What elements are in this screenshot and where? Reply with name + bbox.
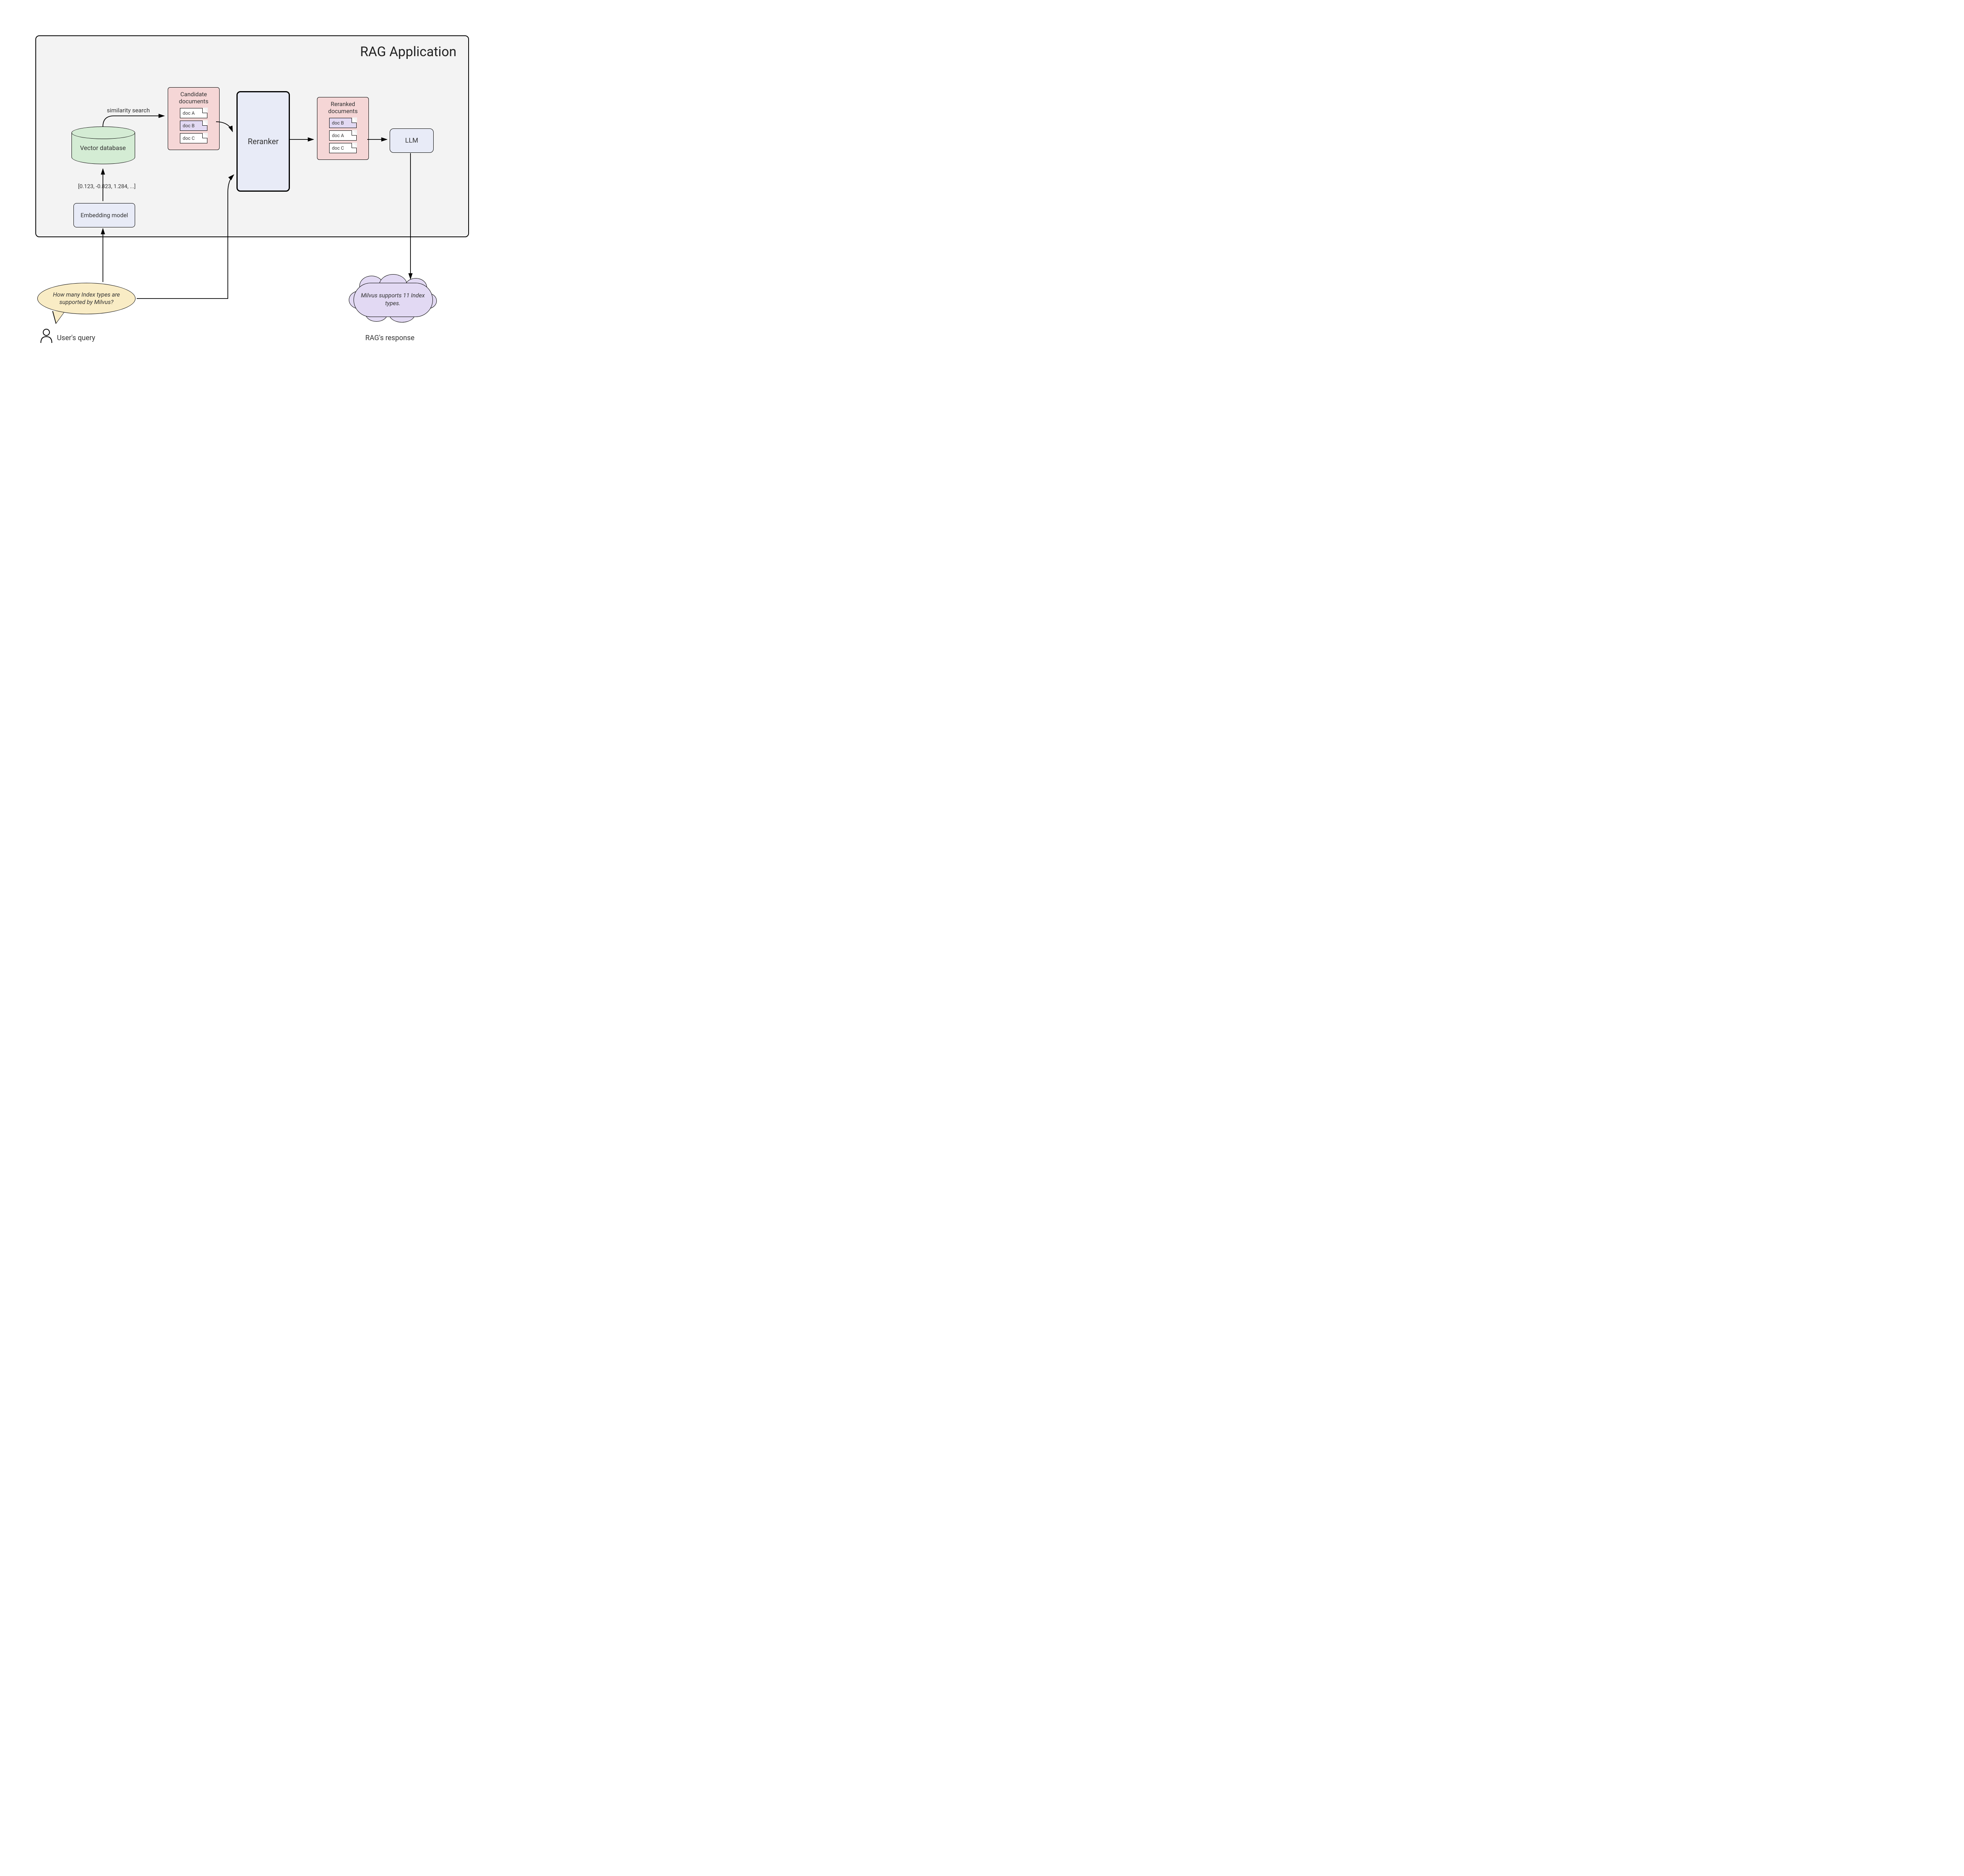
doc-item: doc B xyxy=(329,118,357,128)
rag-response-label: RAG's response xyxy=(365,334,414,342)
rag-application-panel: RAG Application Vector database [0.123, … xyxy=(35,35,469,237)
user-query-text: How many Index types are supported by Mi… xyxy=(44,291,129,306)
reranked-documents-title: Reranked documents xyxy=(321,101,365,115)
doc-item: doc C xyxy=(180,133,207,143)
candidate-documents-panel: Candidate documents doc A doc B doc C xyxy=(168,87,220,150)
llm-box: LLM xyxy=(390,128,434,153)
rag-title: RAG Application xyxy=(360,44,456,60)
response-text: Milvus supports 11 Index types. xyxy=(355,292,431,307)
vector-database: Vector database xyxy=(71,126,134,164)
user-query-bubble: How many Index types are supported by Mi… xyxy=(37,283,136,314)
doc-item: doc A xyxy=(329,130,357,141)
diagram-canvas: RAG Application Vector database [0.123, … xyxy=(12,12,483,373)
doc-item: doc C xyxy=(329,143,357,153)
reranker-label: Reranker xyxy=(248,137,279,146)
user-icon xyxy=(39,328,53,348)
reranked-documents-panel: Reranked documents doc B doc A doc C xyxy=(317,97,369,160)
doc-item: doc B xyxy=(180,121,207,131)
llm-label: LLM xyxy=(405,137,418,145)
user-query-label: User's query xyxy=(57,334,95,342)
response-cloud: Milvus supports 11 Index types. xyxy=(354,283,432,316)
vector-database-label: Vector database xyxy=(71,144,134,152)
embedding-model-box: Embedding model xyxy=(73,203,135,227)
similarity-search-label: similarity search xyxy=(107,107,150,114)
embedding-vector-sample: [0.123, -0.823, 1.284, ...] xyxy=(73,183,140,190)
candidate-documents-title: Candidate documents xyxy=(172,91,215,105)
reranker-box: Reranker xyxy=(236,91,290,192)
embedding-model-label: Embedding model xyxy=(81,212,128,219)
doc-item: doc A xyxy=(180,108,207,118)
